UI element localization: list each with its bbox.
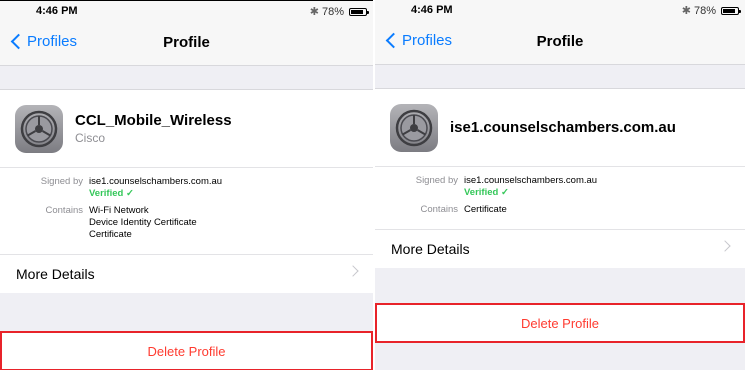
verified-badge: Verified ✓ — [464, 187, 509, 198]
signed-value: ise1.counselschambers.com.au — [464, 175, 598, 186]
profile-header-text: ise1.counselschambers.com.au — [450, 119, 676, 136]
more-details-row[interactable]: More Details — [0, 255, 373, 293]
profile-screen-right: 4:46 PM ✱ 78% Profiles Profile ise1.coun… — [375, 0, 745, 370]
signed-value-group: ise1.counselschambers.com.au Verified ✓ — [89, 176, 222, 200]
signed-value: ise1.counselschambers.com.au — [89, 176, 223, 187]
profile-card: ise1.counselschambers.com.au Signed by i… — [375, 88, 745, 268]
contains-item: Certificate — [89, 229, 132, 240]
battery-percent: 78% — [321, 5, 344, 18]
signed-label: Signed by — [415, 175, 458, 186]
profile-meta: Signed by ise1.counselschambers.com.au V… — [0, 168, 373, 255]
status-bar: 4:46 PM ✱ 78% — [0, 1, 373, 21]
profile-card: CCL_Mobile_Wireless Cisco Signed by ise1… — [0, 89, 373, 293]
settings-gear-icon — [15, 104, 63, 153]
contains-list: Certificate — [464, 204, 507, 216]
profile-header: CCL_Mobile_Wireless Cisco — [0, 90, 373, 168]
profile-name: ise1.counselschambers.com.au — [450, 119, 676, 136]
delete-profile-label: Delete Profile — [520, 315, 600, 331]
chevron-right-icon — [347, 265, 359, 277]
verified-badge: Verified ✓ — [89, 188, 134, 199]
profile-meta: Signed by ise1.counselschambers.com.au V… — [375, 167, 745, 230]
page-title: Profile — [163, 34, 210, 51]
contains-label: Contains — [420, 204, 459, 215]
chevron-right-icon — [719, 240, 731, 252]
signed-row: Signed by ise1.counselschambers.com.au V… — [375, 175, 745, 199]
more-details-row[interactable]: More Details — [375, 230, 745, 268]
contains-row: Contains Wi-Fi Network Device Identity C… — [0, 205, 373, 241]
signed-value-group: ise1.counselschambers.com.au Verified ✓ — [464, 175, 597, 199]
bluetooth-icon: ✱ — [309, 6, 319, 18]
status-right: ✱ 78% — [681, 4, 741, 17]
status-right: ✱ 78% — [309, 5, 369, 18]
status-time: 4:46 PM — [411, 4, 453, 16]
contains-label: Contains — [45, 205, 84, 216]
signed-row: Signed by ise1.counselschambers.com.au V… — [0, 176, 373, 200]
profile-name: CCL_Mobile_Wireless — [75, 112, 232, 129]
signed-label: Signed by — [40, 176, 83, 187]
profile-header: ise1.counselschambers.com.au — [375, 89, 745, 167]
battery-icon — [349, 7, 369, 16]
delete-profile-button[interactable]: Delete Profile — [0, 331, 373, 370]
settings-gear-icon — [390, 103, 438, 152]
profile-header-text: CCL_Mobile_Wireless Cisco — [75, 112, 232, 145]
more-details-label: More Details — [16, 266, 95, 282]
nav-bar: Profiles Profile — [375, 20, 745, 65]
contains-item: Certificate — [464, 204, 507, 215]
status-time: 4:46 PM — [36, 5, 78, 17]
contains-item: Device Identity Certificate — [89, 217, 197, 228]
delete-profile-button[interactable]: Delete Profile — [375, 303, 745, 343]
profile-org: Cisco — [75, 131, 106, 145]
status-bar: 4:46 PM ✱ 78% — [375, 0, 745, 20]
bluetooth-icon: ✱ — [681, 5, 691, 17]
contains-item: Wi-Fi Network — [89, 205, 149, 216]
delete-profile-label: Delete Profile — [147, 343, 226, 359]
nav-bar: Profiles Profile — [0, 21, 373, 66]
contains-row: Contains Certificate — [375, 204, 745, 216]
page-title: Profile — [536, 33, 584, 50]
battery-percent: 78% — [693, 4, 716, 17]
more-details-label: More Details — [391, 241, 470, 257]
contains-list: Wi-Fi Network Device Identity Certificat… — [89, 205, 197, 241]
profile-screen-left: 4:46 PM ✱ 78% Profiles Profile CCL_Mobil… — [0, 0, 373, 370]
battery-icon — [721, 6, 741, 15]
